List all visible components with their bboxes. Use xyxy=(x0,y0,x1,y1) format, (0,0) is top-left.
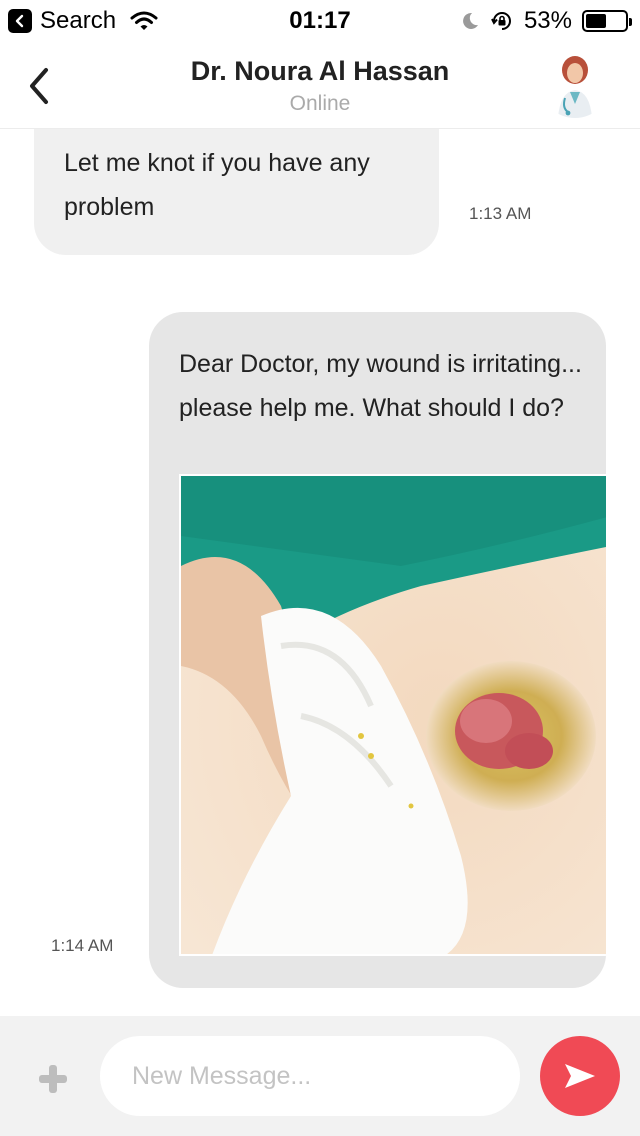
wifi-icon xyxy=(130,10,158,32)
avatar[interactable] xyxy=(540,48,610,118)
battery-fill xyxy=(586,14,607,28)
outgoing-message-bubble: Dear Doctor, my wound is irritating... p… xyxy=(149,312,606,988)
message-composer xyxy=(0,1016,640,1136)
message-photo-attachment[interactable] xyxy=(179,474,606,956)
battery-icon xyxy=(582,10,632,32)
message-input[interactable] xyxy=(100,1036,520,1116)
back-app-icon[interactable] xyxy=(8,9,32,33)
moon-icon xyxy=(460,11,480,31)
add-attachment-button[interactable] xyxy=(36,1062,70,1096)
plus-icon[interactable] xyxy=(36,1062,70,1101)
message-list[interactable]: Let me knot if you have any problem 1:13… xyxy=(0,129,640,1016)
battery-percent: 53% xyxy=(523,7,572,34)
status-bar: Search 01:17 53% xyxy=(0,0,640,42)
rotation-lock-icon xyxy=(490,9,514,33)
message-text: Let me knot if you have any problem xyxy=(64,149,370,221)
incoming-message-bubble: Let me knot if you have any problem xyxy=(34,129,439,255)
chat-header: Dr. Noura Al Hassan Online xyxy=(0,42,640,129)
send-button[interactable] xyxy=(540,1036,620,1116)
back-to-app[interactable]: Search xyxy=(8,7,158,35)
message-timestamp: 1:13 AM xyxy=(469,204,532,223)
back-app-label[interactable]: Search xyxy=(40,7,116,35)
message-text: Dear Doctor, my wound is irritating... p… xyxy=(179,350,582,422)
message-timestamp: 1:14 AM xyxy=(51,936,114,955)
status-right: 53% xyxy=(460,7,632,35)
send-icon[interactable] xyxy=(562,1061,598,1091)
